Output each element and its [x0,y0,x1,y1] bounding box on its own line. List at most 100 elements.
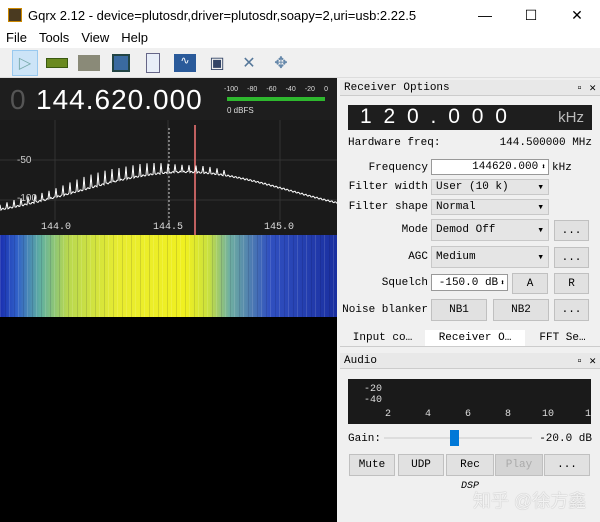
menu-file[interactable]: File [0,30,33,48]
rec-button[interactable]: Rec [446,454,494,476]
meter-tick: -40 [285,86,296,93]
receiver-options-dock: Receiver Options ▫ ✕ 1 2 0 . 0 0 0 kHz Ha… [340,80,600,350]
close-button[interactable]: ✕ [554,0,600,30]
chevron-down-icon: ▾ [537,182,544,194]
play-icon[interactable]: ▷ [12,49,38,76]
gain-value: -20.0 dB [539,433,592,445]
mode-label: Mode [401,224,428,236]
save-icon[interactable] [108,50,134,76]
x-tick-label: 8 [505,409,512,420]
offset-value: 1 2 0 . 0 0 0 [360,105,510,128]
menu-view[interactable]: View [75,30,115,48]
agc-value: Medium [436,251,476,263]
y-tick-label: -20 [364,384,383,395]
audio-options-button[interactable]: ... [544,454,590,476]
nb1-button[interactable]: NB1 [431,299,487,321]
nb-options-button[interactable]: ... [554,299,589,321]
dock-header: Receiver Options ▫ ✕ [340,80,600,96]
dock-tabs: Input co… Receiver O… FFT Se… [340,330,600,347]
mute-button[interactable]: Mute [349,454,395,476]
y-tick-label: -40 [364,395,383,406]
x-tick-label: 2 [385,409,392,420]
signal-meter-scale: -100 -80 -60 -40 -20 0 [224,86,328,93]
agc-options-button[interactable]: ... [554,247,589,268]
network-icon[interactable]: ▣ [204,50,230,76]
gain-slider-thumb[interactable] [449,430,459,446]
filter-width-select[interactable]: User (10 k) ▾ [431,179,549,195]
gain-slider[interactable] [384,430,532,446]
squelch-reset-button[interactable]: R [554,273,589,294]
dock-header: Audio ▫ ✕ [340,353,600,369]
squelch-value: -150.0 dB [438,276,499,289]
meter-tick: -100 [224,86,239,93]
signal-meter-label: 0 dBFS [227,106,254,115]
filter-shape-label: Filter shape [348,201,428,213]
frequency-input[interactable]: 144620.000 ⬍ [431,159,549,175]
chevron-down-icon: ▾ [537,252,544,264]
mode-select[interactable]: Demod Off ▾ [431,219,549,241]
dock-title: Receiver Options [344,81,450,94]
float-close-icons[interactable]: ▫ ✕ [576,354,596,368]
chevron-down-icon: ▾ [537,202,544,214]
meter-tick: -60 [266,86,277,93]
folder-icon[interactable] [76,50,102,76]
maximize-button[interactable]: ☐ [508,0,554,30]
signal-meter-bar [227,97,325,101]
frequency-value: 144620.000 [472,161,539,173]
tab-fft-settings[interactable]: FFT Se… [525,330,600,346]
nb2-button[interactable]: NB2 [493,299,549,321]
x-tick-label: 144.5 [153,222,184,233]
x-tick-label: 145.0 [264,222,295,233]
squelch-input[interactable]: -150.0 dB ⬍ [431,274,508,291]
offset-display[interactable]: 1 2 0 . 0 0 0 kHz [348,105,592,130]
freq-dim-digit: 0 [10,84,26,115]
x-tick-label: 10 [542,409,555,420]
mode-value: Demod Off [436,224,496,236]
filter-width-label: Filter width [348,181,428,193]
tab-input-controls[interactable]: Input co… [340,330,425,346]
frequency-unit: kHz [552,162,572,174]
mode-options-button[interactable]: ... [554,220,589,241]
spectrum-plot[interactable]: -50 -100 144.0 144.5 145.0 [0,120,337,235]
app-icon [8,8,22,22]
meter-tick: 0 [324,86,328,93]
tab-receiver-options[interactable]: Receiver O… [425,330,525,346]
float-close-icons[interactable]: ▫ ✕ [576,81,596,95]
menu-tools[interactable]: Tools [33,30,75,48]
audio-dock: Audio ▫ ✕ -20 -40 2 4 6 8 10 1 Gain: -20.… [340,353,600,522]
dock-title: Audio [344,354,378,367]
toolbar: ▷ ∿ ▣ ✕ ✥ [0,48,600,78]
menu-help[interactable]: Help [115,30,154,48]
document-icon[interactable] [140,50,166,76]
filter-width-value: User (10 k) [436,181,509,193]
chevron-down-icon: ▾ [537,225,544,237]
menu-bar: File Tools View Help [0,30,600,48]
frequency-label: Frequency [368,162,428,174]
play-button[interactable]: Play [495,454,543,476]
filter-shape-select[interactable]: Normal ▾ [431,199,549,215]
move-icon[interactable]: ✥ [268,50,294,76]
hardware-card-icon[interactable] [44,50,70,76]
spectrum-panel: 0 144.620.000 -100 -80 -60 -40 -20 0 0 dBFS -… [0,78,337,522]
y-tick-label: -50 [17,155,32,166]
x-tick-label: 1 [585,409,592,420]
udp-button[interactable]: UDP [398,454,444,476]
agc-label: AGC [408,251,428,263]
freq-value[interactable]: 144.620.000 [36,84,203,116]
agc-select[interactable]: Medium ▾ [431,246,549,268]
frequency-display[interactable]: 0 144.620.000 -100 -80 -60 -40 -20 0 0 dBFS [0,78,337,120]
x-tick-label: 144.0 [41,222,72,233]
hardware-freq-value: 144.500000 MHz [499,137,592,149]
waterfall[interactable] [0,235,337,317]
y-tick-label: -100 [17,193,38,204]
waveform-icon[interactable]: ∿ [172,50,198,76]
window-title: Gqrx 2.12 - device=plutosdr,driver=pluto… [28,7,417,23]
tools-icon[interactable]: ✕ [236,50,262,76]
offset-unit: kHz [558,109,584,126]
audio-fft-plot: -20 -40 2 4 6 8 10 1 [348,379,591,424]
filter-shape-value: Normal [436,201,476,213]
minimize-button[interactable]: — [462,0,508,30]
meter-tick: -20 [304,86,315,93]
squelch-label: Squelch [381,277,428,289]
squelch-auto-button[interactable]: A [512,273,548,294]
